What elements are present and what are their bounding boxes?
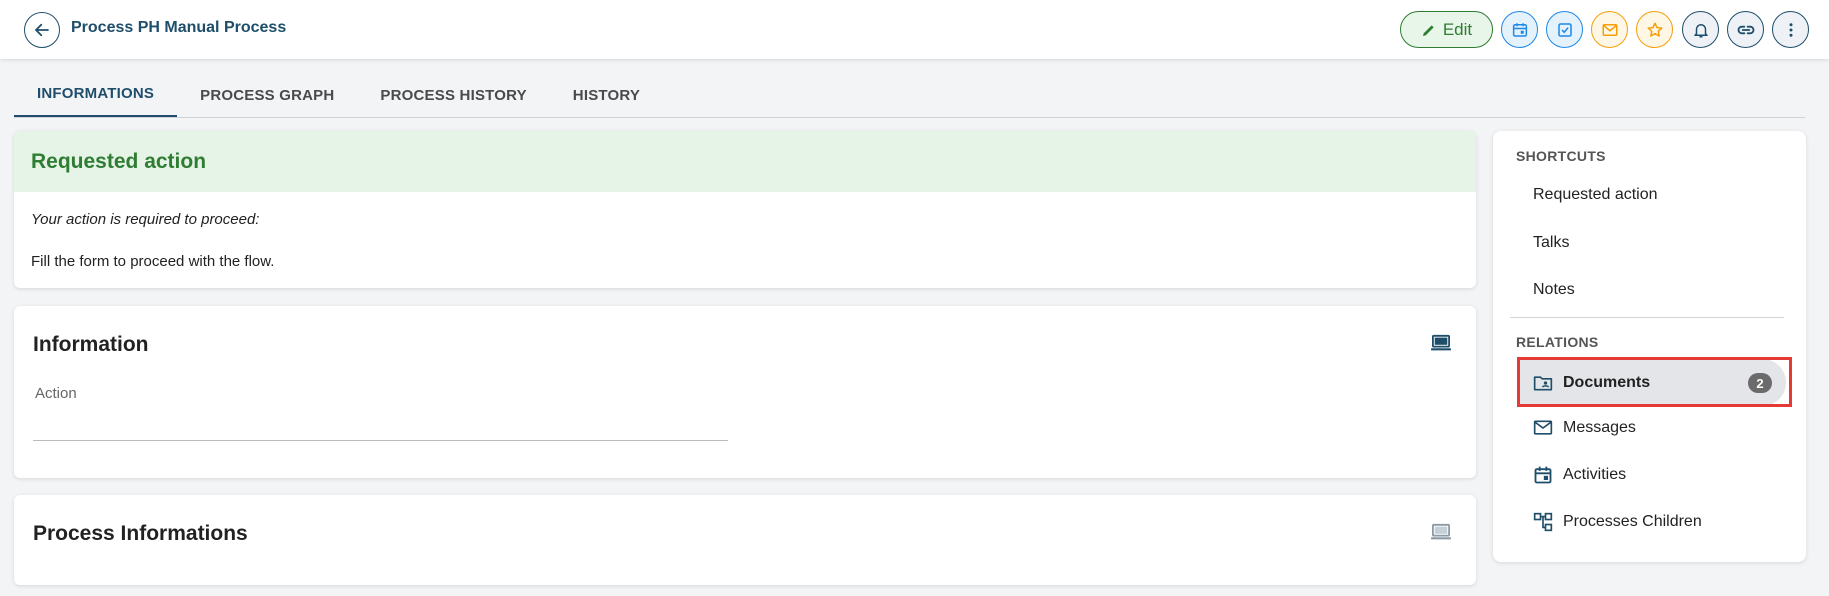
page-title: Process PH Manual Process	[71, 19, 287, 36]
checkbox-icon	[1557, 22, 1572, 37]
favorite-button[interactable]	[1636, 11, 1673, 48]
requested-action-text: Fill the form to proceed with the flow.	[31, 253, 275, 270]
task-button[interactable]	[1546, 11, 1583, 48]
tab-history[interactable]: HISTORY	[550, 72, 663, 118]
notifications-button[interactable]	[1682, 11, 1719, 48]
process-informations-title: Process Informations	[33, 522, 248, 545]
folder-account-icon	[1533, 375, 1553, 390]
action-field-label: Action	[35, 385, 77, 402]
relation-processes-children[interactable]: Processes Children	[1533, 505, 1702, 539]
laptop-icon[interactable]	[1430, 523, 1452, 546]
information-title: Information	[33, 333, 149, 356]
laptop-icon[interactable]	[1430, 334, 1452, 357]
tab-informations[interactable]: INFORMATIONS	[14, 72, 178, 118]
relation-messages-label: Messages	[1563, 419, 1636, 436]
back-button[interactable]	[24, 12, 60, 48]
shortcuts-heading: SHORTCUTS	[1516, 148, 1606, 164]
mail-icon	[1602, 23, 1617, 36]
relations-heading: RELATIONS	[1516, 334, 1599, 350]
relation-processes-children-label: Processes Children	[1563, 513, 1702, 530]
information-card: Information Action	[14, 306, 1476, 478]
tabs-divider	[14, 117, 1805, 118]
sidebar: SHORTCUTS Requested action Talks Notes R…	[1493, 131, 1806, 562]
process-informations-card: Process Informations	[14, 495, 1476, 585]
edit-button-label: Edit	[1442, 19, 1473, 39]
link-icon	[1737, 25, 1754, 34]
app-header: Process PH Manual Process Edit	[0, 0, 1829, 59]
relation-activities[interactable]: Activities	[1533, 458, 1626, 492]
documents-count-badge: 2	[1748, 373, 1772, 393]
more-vertical-icon	[1789, 22, 1792, 37]
bell-icon	[1693, 23, 1708, 37]
sidebar-divider	[1510, 317, 1784, 318]
pencil-icon	[1422, 24, 1434, 36]
more-button[interactable]	[1772, 11, 1809, 48]
requested-action-title: Requested action	[14, 131, 1476, 192]
hierarchy-icon	[1533, 512, 1553, 532]
requested-action-card: Requested action Your action is required…	[14, 131, 1476, 288]
tab-bar: INFORMATIONS PROCESS GRAPH PROCESS HISTO…	[14, 72, 663, 118]
calendar-icon	[1512, 22, 1527, 37]
shortcut-talks[interactable]: Talks	[1533, 234, 1569, 252]
mail-icon	[1533, 420, 1553, 435]
requested-action-subtitle: Your action is required to proceed:	[31, 211, 260, 228]
relation-messages[interactable]: Messages	[1533, 411, 1636, 445]
calendar-button[interactable]	[1501, 11, 1538, 48]
mail-button[interactable]	[1591, 11, 1628, 48]
action-field[interactable]	[33, 440, 728, 441]
calendar-icon	[1534, 466, 1552, 484]
relation-documents-label: Documents	[1563, 373, 1651, 391]
star-icon	[1647, 22, 1662, 37]
shortcut-notes[interactable]: Notes	[1533, 281, 1575, 299]
shortcut-requested-action[interactable]: Requested action	[1533, 186, 1658, 204]
relation-activities-label: Activities	[1563, 466, 1627, 483]
arrow-left-icon	[35, 23, 49, 37]
edit-button[interactable]: Edit	[1400, 11, 1493, 48]
tab-process-graph[interactable]: PROCESS GRAPH	[177, 72, 357, 118]
relation-documents[interactable]: Documents 2	[1519, 359, 1786, 406]
link-button[interactable]	[1727, 11, 1764, 48]
tab-process-history[interactable]: PROCESS HISTORY	[357, 72, 549, 118]
